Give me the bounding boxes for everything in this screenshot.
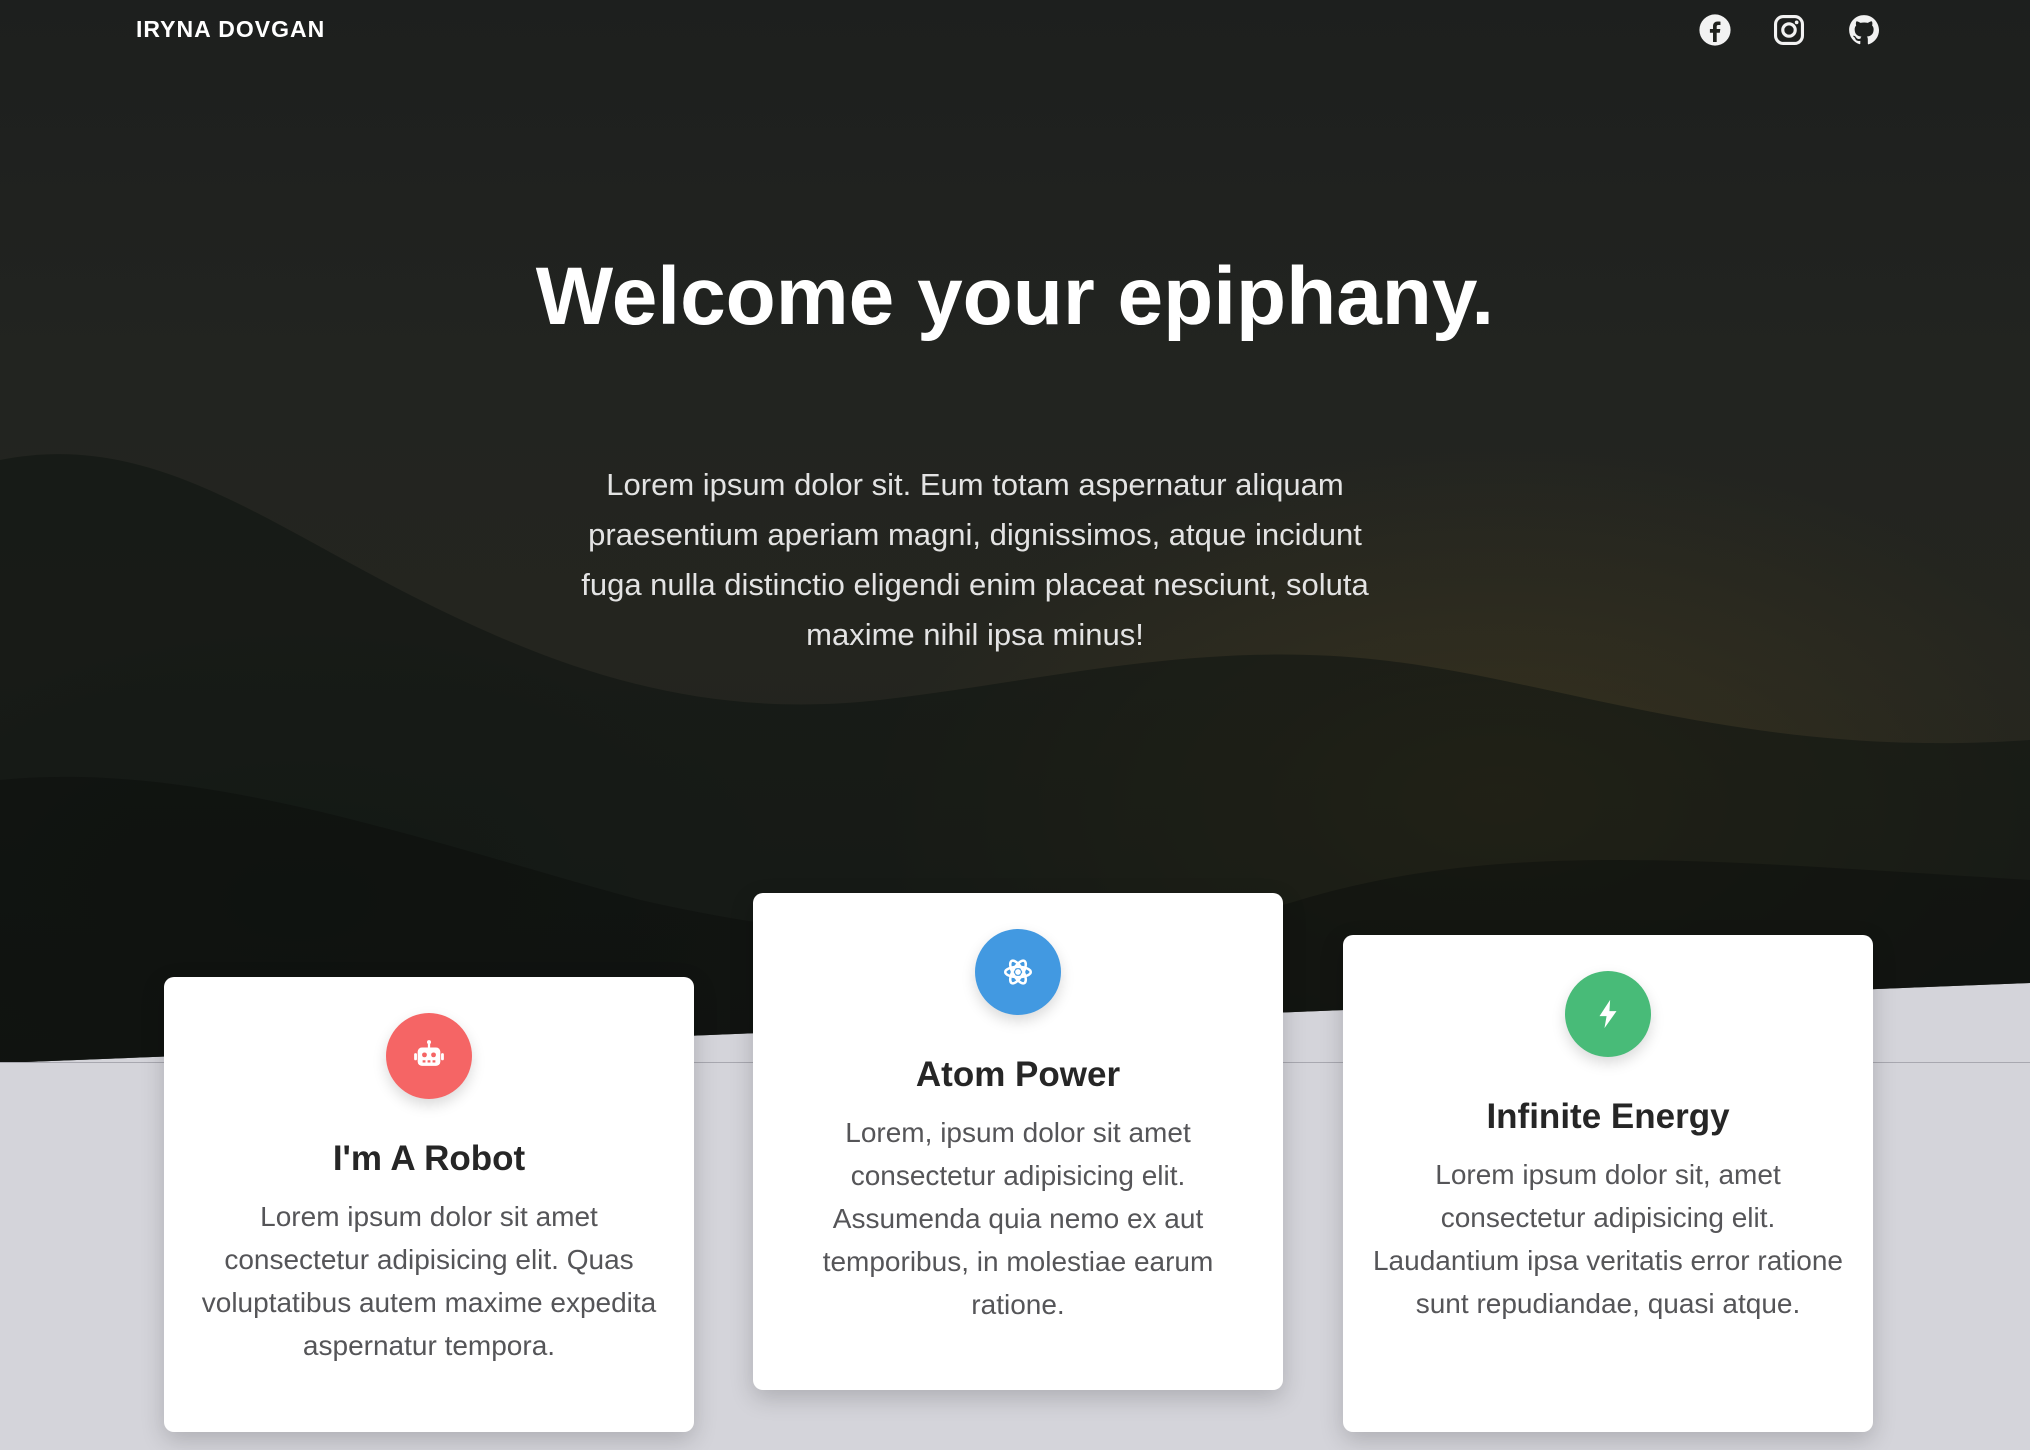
card-text: Lorem ipsum dolor sit amet consectetur a… [201, 1201, 657, 1361]
github-icon [1849, 15, 1880, 45]
hero-subtitle: Lorem ipsum dolor sit. Eum totam asperna… [581, 467, 1369, 652]
card-text: Lorem, ipsum dolor sit amet consectetur … [822, 1117, 1214, 1320]
robot-icon [414, 1040, 444, 1066]
card-title: Atom Power [915, 1055, 1121, 1094]
facebook-link[interactable] [1697, 12, 1733, 48]
robot-icon-badge [386, 1013, 472, 1099]
card-title: Infinite Energy [1486, 1097, 1730, 1136]
card-title: I'm A Robot [332, 1139, 526, 1178]
feature-card-atom: Atom Power Lorem, ipsum dolor sit amet c… [753, 893, 1283, 1390]
feature-card-robot: I'm A Robot Lorem ipsum dolor sit amet c… [164, 977, 694, 1432]
feature-card-energy: Infinite Energy Lorem ipsum dolor sit, a… [1343, 935, 1873, 1432]
brand-logo[interactable]: IRYNA DOVGAN [136, 16, 325, 43]
atom-icon [1003, 959, 1033, 985]
bolt-icon [1599, 999, 1617, 1029]
instagram-icon [1773, 14, 1805, 46]
github-link[interactable] [1846, 12, 1882, 48]
hero-title: Welcome your epiphany. [535, 251, 1495, 342]
navbar: IRYNA DOVGAN [0, 0, 2030, 62]
instagram-link[interactable] [1771, 12, 1807, 48]
atom-icon-badge [975, 929, 1061, 1015]
facebook-icon [1699, 14, 1731, 46]
card-text: Lorem ipsum dolor sit, amet consectetur … [1372, 1159, 1843, 1319]
bolt-icon-badge [1565, 971, 1651, 1057]
